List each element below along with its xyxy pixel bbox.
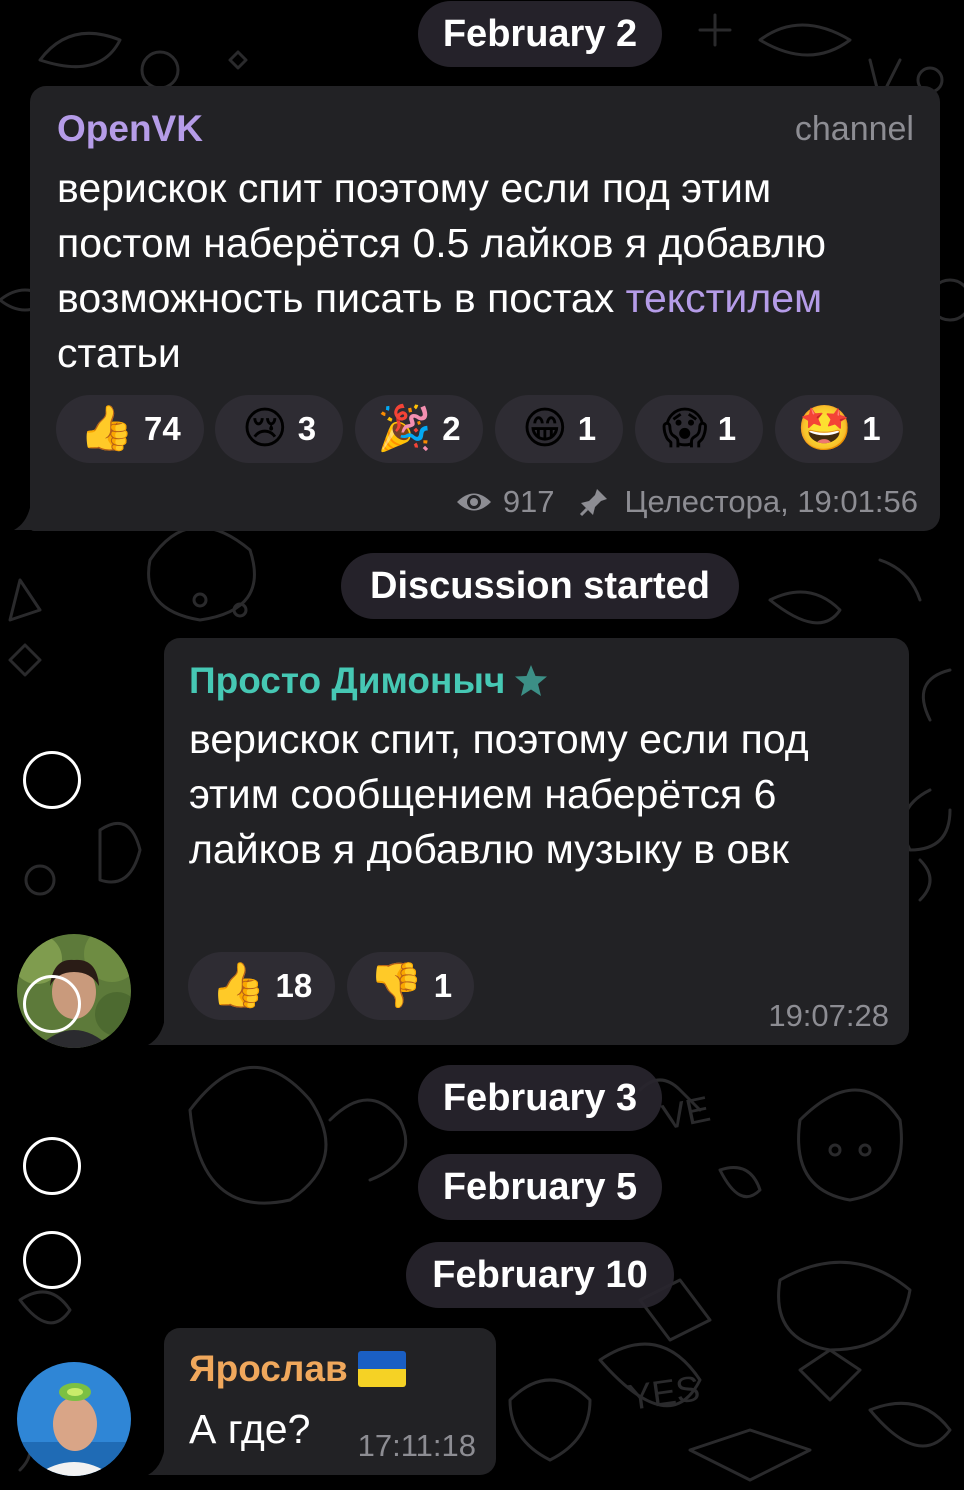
reply-author[interactable]: Ярослав <box>189 1348 406 1390</box>
reaction-thumbs-up[interactable]: 👍 18 <box>188 952 335 1020</box>
thumbs-down-icon: 👎 <box>368 961 424 1010</box>
post-text-end: статьи <box>57 330 181 376</box>
reaction-count: 1 <box>862 410 881 447</box>
party-popper-icon: 🎉 <box>377 404 433 453</box>
date-pill: February 2 <box>418 1 662 67</box>
reaction-count: 1 <box>433 967 453 1004</box>
post-signature: Целестора, 19:01:56 <box>624 484 918 519</box>
channel-badge: channel <box>794 110 914 148</box>
reaction-count: 18 <box>275 967 313 1004</box>
grinning-face-icon: 😁 <box>521 404 568 453</box>
comment-author[interactable]: Просто Димоныч <box>189 660 549 702</box>
reaction-count: 2 <box>442 410 461 447</box>
reaction-scream[interactable]: 😱 1 <box>635 395 763 463</box>
svg-text:YES: YES <box>625 1367 702 1418</box>
comment-time: 19:07:28 <box>768 998 889 1033</box>
channel-post-text: верискок спит поэтому если под этим пост… <box>57 161 907 381</box>
reaction-thumbs-up[interactable]: 👍 74 <box>56 395 204 463</box>
avatar-photo <box>17 1362 131 1476</box>
reaction-count: 74 <box>144 410 181 447</box>
reaction-star-struck[interactable]: 🤩 1 <box>775 395 903 463</box>
comment-bubble: Просто Димоныч верискок спит, поэтому ес… <box>164 638 909 1045</box>
star-icon <box>515 665 548 696</box>
crying-face-icon: 😢 <box>241 404 288 453</box>
reaction-grin[interactable]: 😁 1 <box>495 395 623 463</box>
thumbs-up-icon: 👍 <box>210 961 266 1010</box>
view-count: 917 <box>502 484 555 519</box>
reply-text: А где? <box>189 1406 311 1452</box>
reaction-count: 1 <box>717 410 737 447</box>
highlighted-word: текстилем <box>625 275 823 321</box>
discussion-started-pill: Discussion started <box>341 553 739 619</box>
thumbs-up-icon: 👍 <box>79 404 135 453</box>
post-footer: 917 Целестора, 19:01:56 <box>455 484 918 520</box>
avatar[interactable] <box>17 1362 131 1476</box>
chat-screen: VE YES February 2 OpenVK channel вериско… <box>0 0 964 1490</box>
reply-author-name: Ярослав <box>189 1348 348 1389</box>
comment-text: верискок спит, поэтому если под этим соо… <box>189 716 809 872</box>
reaction-thumbs-down[interactable]: 👎 1 <box>347 952 474 1020</box>
channel-post-bubble: OpenVK channel верискок спит поэтому есл… <box>30 86 940 531</box>
screaming-face-icon: 😱 <box>661 404 708 453</box>
reaction-count: 1 <box>577 410 597 447</box>
select-circle[interactable] <box>23 1137 81 1195</box>
date-pill: February 5 <box>418 1154 662 1220</box>
svg-text:VE: VE <box>658 1088 714 1138</box>
star-struck-icon: 🤩 <box>797 404 853 453</box>
reply-bubble: Ярослав А где? 17:11:18 <box>164 1328 496 1475</box>
select-circle[interactable] <box>23 751 81 809</box>
reaction-party[interactable]: 🎉 2 <box>355 395 483 463</box>
select-circle[interactable] <box>23 975 81 1033</box>
date-pill: February 3 <box>418 1065 662 1131</box>
reaction-count: 3 <box>297 410 317 447</box>
date-pill: February 10 <box>406 1242 674 1308</box>
pin-icon <box>579 489 607 517</box>
eye-icon <box>456 493 491 511</box>
reaction-crying[interactable]: 😢 3 <box>215 395 343 463</box>
reply-time: 17:11:18 <box>357 1428 476 1463</box>
comment-author-name: Просто Димоныч <box>189 660 506 701</box>
channel-name[interactable]: OpenVK <box>57 108 203 150</box>
select-circle[interactable] <box>23 1231 81 1289</box>
ukraine-flag-icon <box>357 1351 406 1387</box>
